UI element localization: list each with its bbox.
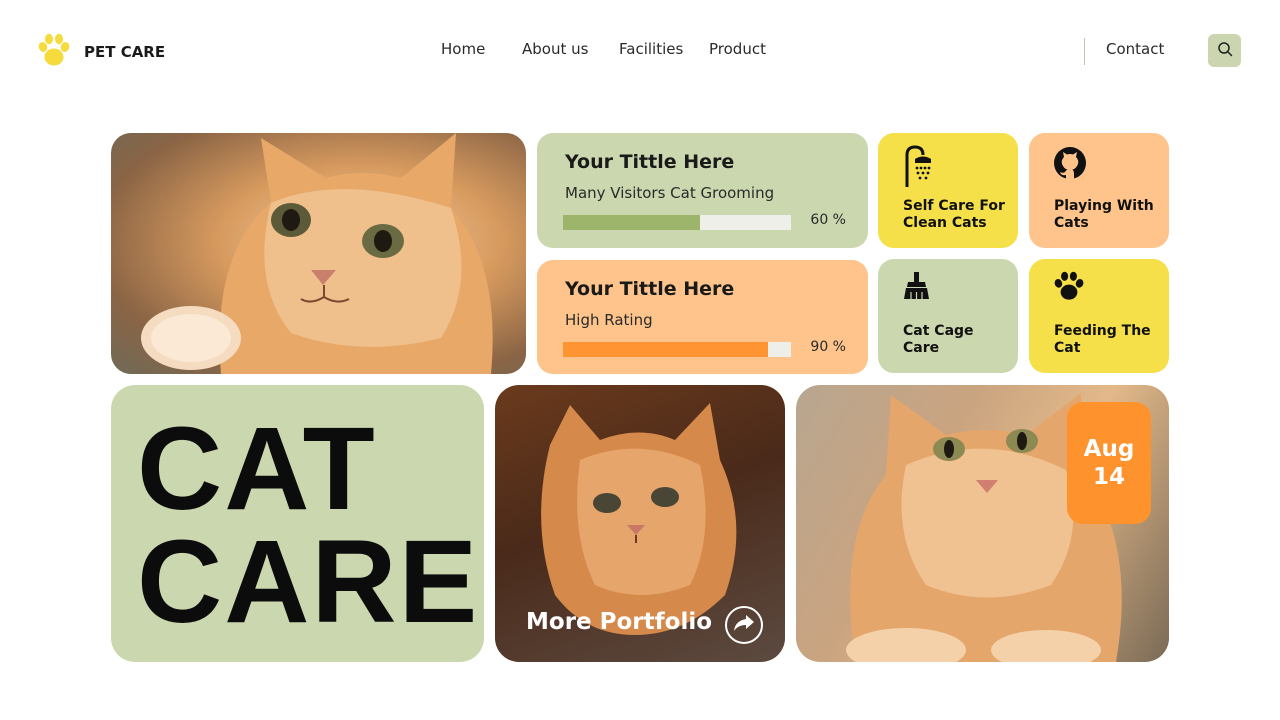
portfolio-card[interactable]: More Portfolio — [495, 385, 785, 662]
stat-card-visitors[interactable]: Your Tittle Here Many Visitors Cat Groom… — [537, 133, 868, 248]
broom-icon — [902, 271, 932, 305]
cat-illustration — [141, 133, 493, 374]
service-playing[interactable]: Playing With Cats — [1029, 133, 1169, 248]
progress-track — [563, 342, 791, 357]
progress-percent: 90 % — [810, 339, 846, 355]
service-feeding[interactable]: Feeding The Cat — [1029, 259, 1169, 373]
service-label: Cat Cage Care — [903, 323, 974, 356]
main-nav: Home About us Facilities Product Contact — [0, 40, 1280, 60]
progress-fill — [563, 342, 769, 357]
stat-card-rating[interactable]: Your Tittle Here High Rating 90 % — [537, 260, 868, 374]
event-card[interactable]: Aug 14 — [796, 385, 1169, 662]
search-button[interactable] — [1208, 34, 1241, 67]
nav-home[interactable]: Home — [441, 40, 485, 58]
share-arrow-icon — [733, 613, 755, 637]
progress-percent: 60 % — [810, 212, 846, 228]
hero-title-line2: CARE — [137, 516, 480, 648]
search-icon — [1217, 41, 1233, 61]
date-badge: Aug 14 — [1067, 402, 1151, 524]
service-label: Self Care For Clean Cats — [903, 198, 1005, 231]
service-label: Feeding The Cat — [1054, 323, 1151, 356]
stat-subtitle: High Rating — [565, 311, 653, 329]
hero-title: CAT CARE — [137, 403, 480, 648]
service-label: Playing With Cats — [1054, 198, 1154, 231]
share-arrow-button[interactable] — [725, 606, 763, 644]
service-self-care[interactable]: Self Care For Clean Cats — [878, 133, 1018, 248]
service-cage-care[interactable]: Cat Cage Care — [878, 259, 1018, 373]
hero-title-line1: CAT — [137, 403, 377, 535]
shower-icon — [902, 145, 934, 191]
nav-facilities[interactable]: Facilities — [619, 40, 683, 58]
progress-fill — [563, 215, 700, 230]
stat-title: Your Tittle Here — [565, 151, 735, 173]
progress-track — [563, 215, 791, 230]
portfolio-label: More Portfolio — [526, 609, 713, 635]
github-icon — [1053, 146, 1087, 184]
cat-photo-main — [111, 133, 526, 374]
nav-product[interactable]: Product — [709, 40, 766, 58]
paw-icon — [1053, 271, 1085, 305]
date-month: Aug — [1083, 436, 1135, 462]
nav-divider — [1084, 38, 1085, 65]
nav-contact[interactable]: Contact — [1106, 40, 1164, 58]
nav-about-us[interactable]: About us — [522, 40, 588, 58]
date-day: 14 — [1092, 464, 1125, 490]
stat-subtitle: Many Visitors Cat Grooming — [565, 184, 775, 202]
hero-title-card: CAT CARE — [111, 385, 484, 662]
stat-title: Your Tittle Here — [565, 278, 735, 300]
